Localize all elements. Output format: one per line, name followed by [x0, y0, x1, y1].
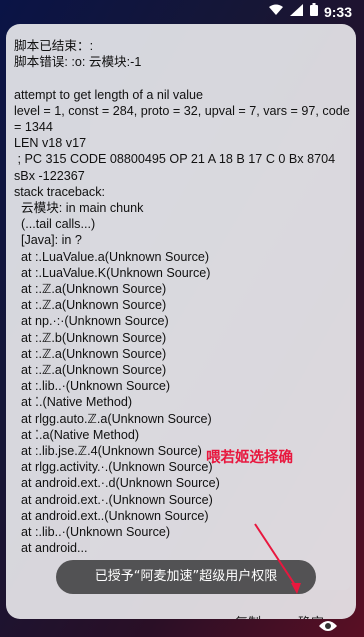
error-line: at rlgg.activity.·.(Unknown Source) — [14, 460, 213, 475]
toast-message: 已授予“阿麦加速”超级用户权限 — [56, 560, 316, 594]
error-line: at ⁚.(Native Method) — [14, 395, 133, 410]
error-line: at :.ℤ.a(Unknown Source) — [14, 363, 167, 378]
wifi-icon — [268, 4, 284, 20]
error-line: stack traceback: — [14, 184, 105, 199]
error-line: at :.ℤ.b(Unknown Source) — [14, 330, 167, 345]
error-line: at np.·:·(Unknown Source) — [14, 314, 169, 329]
error-line: at android.ext.·.(Unknown Source) — [14, 492, 213, 507]
error-line: 云模块: in main chunk — [14, 201, 144, 216]
error-line: at android.ext..(Unknown Source) — [14, 508, 209, 523]
battery-icon — [309, 3, 318, 20]
error-line: at :.ℤ.a(Unknown Source) — [14, 282, 167, 297]
error-line: 脚本错误: :o: 云模块:-1 — [14, 55, 142, 70]
eye-icon[interactable] — [318, 618, 338, 637]
error-line: at :.LuaValue.a(Unknown Source) — [14, 249, 210, 264]
error-line: ; PC 315 CODE 08800495 OP 21 A 18 B 17 C… — [14, 152, 339, 183]
error-line: [Java]: in ? — [14, 233, 82, 248]
error-line: at :.lib..·(Unknown Source) — [14, 379, 171, 394]
error-message: 脚本已结束：: 脚本错误: :o: 云模块:-1 attempt to get l… — [14, 38, 352, 557]
screen: 9:33 脚本已结束：: 脚本错误: :o: 云模块:-1 attempt to … — [0, 0, 364, 637]
error-line: at android... — [14, 541, 88, 556]
signal-icon — [289, 3, 304, 20]
error-line: 脚本已结束：: — [14, 39, 94, 53]
error-line: attempt to get length of a nil value — [14, 87, 204, 102]
error-line: at :.ℤ.a(Unknown Source) — [14, 346, 167, 361]
error-line: at :.LuaValue.K(Unknown Source) — [14, 265, 211, 280]
error-dialog: 脚本已结束：: 脚本错误: :o: 云模块:-1 attempt to get l… — [6, 24, 356, 619]
error-line: at android.ext.·.d(Unknown Source) — [14, 476, 220, 491]
error-line — [14, 70, 352, 86]
error-line: at :.lib..·(Unknown Source) — [14, 525, 171, 540]
copy-button[interactable]: 复制 — [235, 612, 261, 619]
error-line: at rlgg.auto.ℤ.a(Unknown Source) — [14, 411, 212, 426]
annotation-text: 喂若姬选择确 — [206, 450, 293, 466]
status-time: 9:33 — [323, 3, 352, 20]
error-line: at :.lib.jse.ℤ.4(Unknown Source) — [14, 444, 202, 459]
status-bar: 9:33 — [0, 0, 364, 22]
error-line: level = 1, const = 284, proto = 32, upva… — [14, 103, 354, 135]
error-line: at :.ℤ.a(Unknown Source) — [14, 298, 167, 313]
status-icons: 9:33 — [268, 3, 352, 20]
error-line: LEN v18 v17 — [14, 136, 87, 151]
error-line: at ⁚.a(Native Method) — [14, 427, 140, 442]
error-line: (...tail calls...) — [14, 217, 96, 232]
